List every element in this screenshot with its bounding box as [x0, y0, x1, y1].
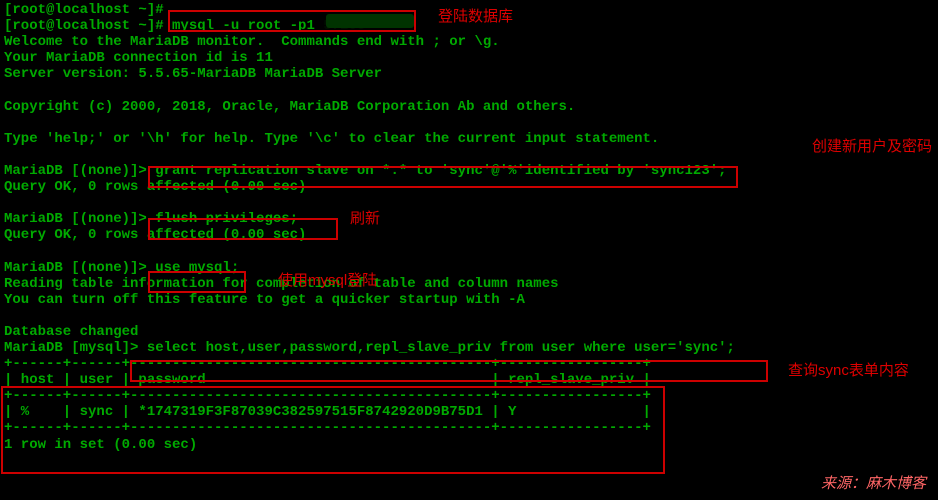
annotation-query-sync: 查询sync表单内容	[788, 362, 909, 379]
annotation-refresh: 刷新	[350, 210, 380, 227]
blank-line	[4, 147, 934, 163]
reading-table-line: Reading table information for completion…	[4, 276, 934, 292]
welcome-line: Welcome to the MariaDB monitor. Commands…	[4, 34, 934, 50]
annotation-create-user: 创建新用户及密码	[812, 138, 932, 155]
terminal-output: [root@localhost ~]# [root@localhost ~]# …	[4, 2, 934, 453]
grant-command: MariaDB [(none)]> grant replication slav…	[4, 163, 934, 179]
query-ok-line: Query OK, 0 rows affected (0.00 sec)	[4, 227, 934, 243]
blank-line	[4, 308, 934, 324]
table-row: | % | sync | *1747319F3F87039C382597515F…	[4, 404, 934, 420]
blank-line	[4, 82, 934, 98]
blank-line	[4, 115, 934, 131]
blank-line	[4, 243, 934, 259]
flush-command: MariaDB [(none)]> flush privileges;	[4, 211, 934, 227]
help-line: Type 'help;' or '\h' for help. Type '\c'…	[4, 131, 934, 147]
rows-in-set-line: 1 row in set (0.00 sec)	[4, 437, 934, 453]
turnoff-feature-line: You can turn off this feature to get a q…	[4, 292, 934, 308]
server-version-line: Server version: 5.5.65-MariaDB MariaDB S…	[4, 66, 934, 82]
blank-line	[4, 195, 934, 211]
table-border: +------+------+-------------------------…	[4, 388, 934, 404]
copyright-line: Copyright (c) 2000, 2018, Oracle, MariaD…	[4, 99, 934, 115]
select-command: MariaDB [mysql]> select host,user,passwo…	[4, 340, 934, 356]
annotation-use-mysql: 使用mysql登陆	[278, 272, 377, 289]
watermark: 来源：麻木博客	[821, 475, 926, 492]
database-changed-line: Database changed	[4, 324, 934, 340]
query-ok-line: Query OK, 0 rows affected (0.00 sec)	[4, 179, 934, 195]
connection-id-line: Your MariaDB connection id is 11	[4, 50, 934, 66]
annotation-login-db: 登陆数据库	[438, 8, 513, 25]
password-smudge	[326, 14, 414, 28]
use-mysql-command: MariaDB [(none)]> use mysql;	[4, 260, 934, 276]
table-border: +------+------+-------------------------…	[4, 420, 934, 436]
